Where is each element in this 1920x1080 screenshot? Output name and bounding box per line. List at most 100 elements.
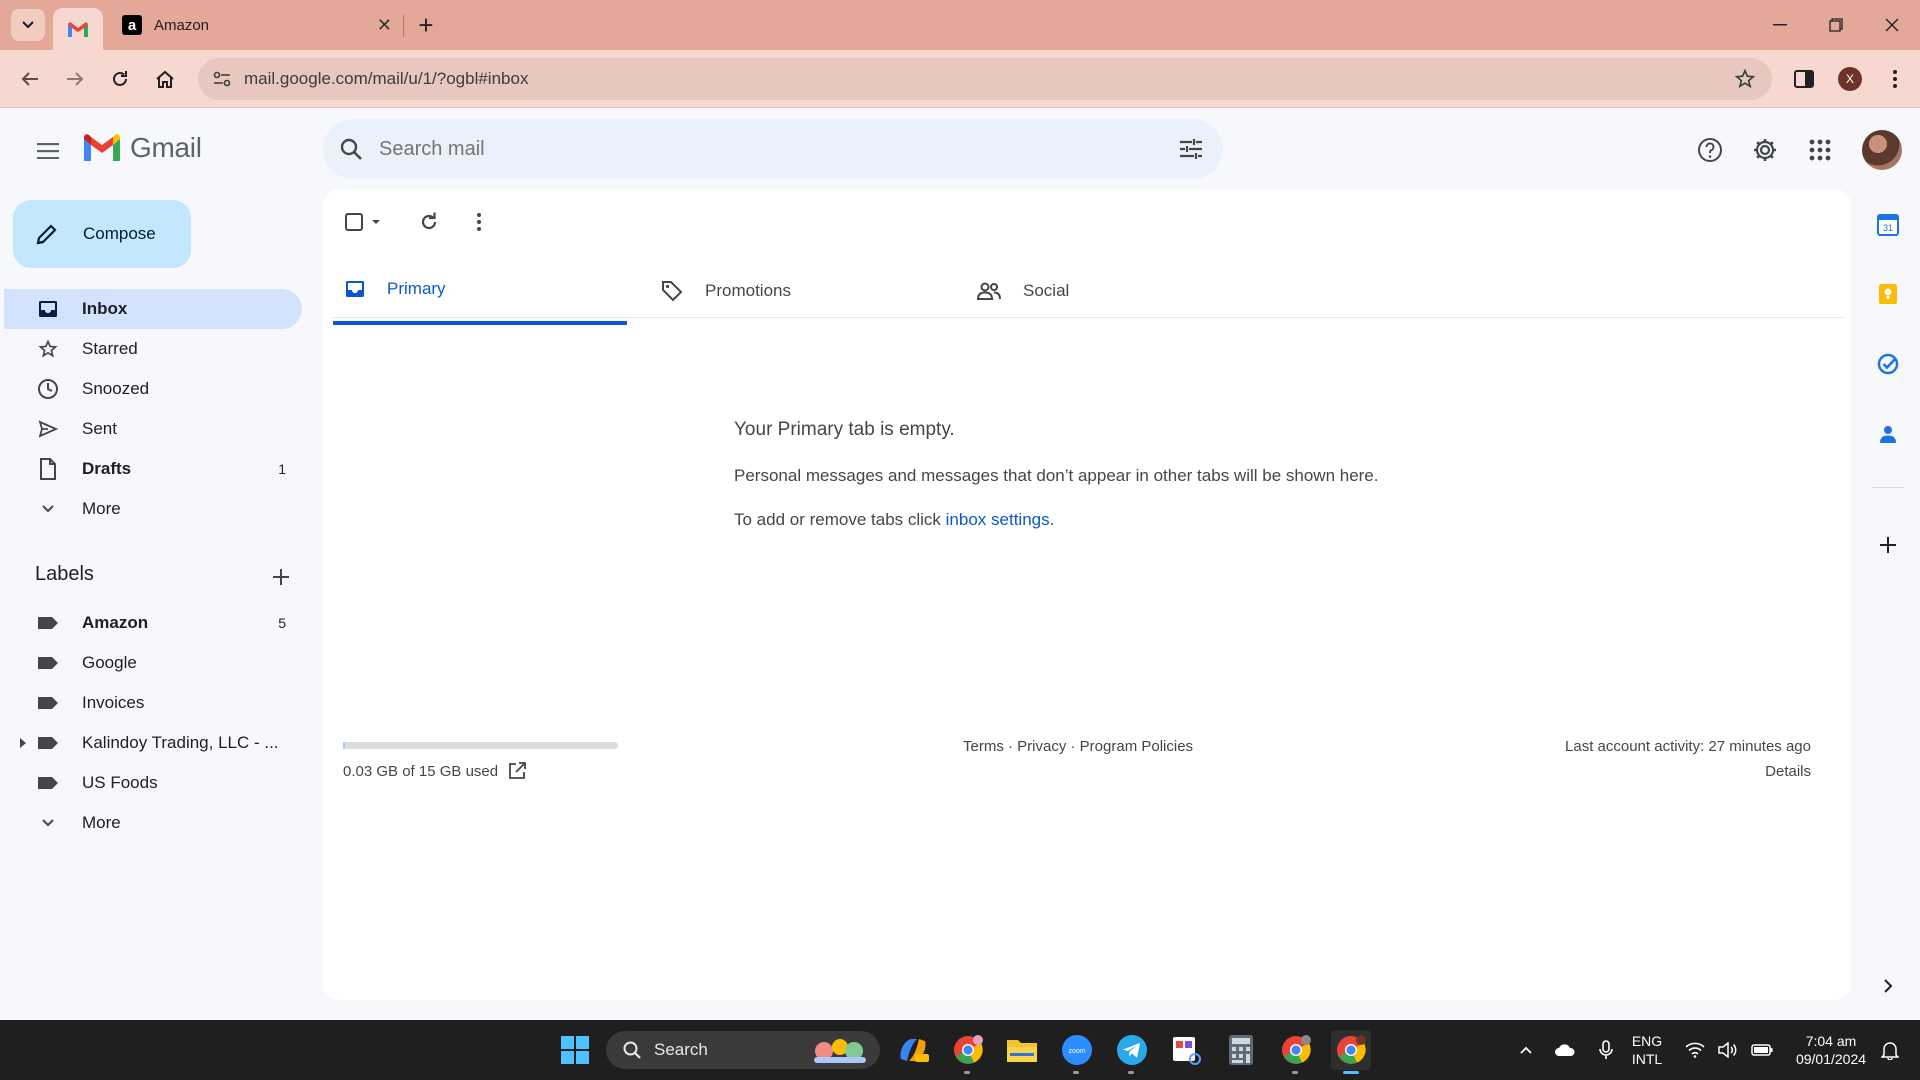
back-button[interactable]: [14, 63, 46, 95]
main-menu-button[interactable]: [30, 133, 66, 169]
bookmark-star-icon[interactable]: [1734, 68, 1756, 90]
minimize-button[interactable]: [1760, 10, 1800, 40]
taskbar-zoom[interactable]: zoom: [1057, 1030, 1097, 1070]
tab-gmail[interactable]: [53, 8, 103, 50]
labels-heading: Labels: [35, 563, 94, 585]
search-input[interactable]: [379, 137, 1139, 161]
nav-item-sent[interactable]: Sent: [4, 409, 302, 449]
nav-item-drafts[interactable]: Drafts 1: [4, 449, 302, 489]
create-label-button[interactable]: [266, 562, 296, 592]
search-options-icon[interactable]: [1179, 138, 1203, 160]
show-side-panel-button[interactable]: [1872, 970, 1904, 1002]
account-avatar[interactable]: [1862, 130, 1902, 170]
tab-amazon[interactable]: a Amazon ✕: [112, 8, 402, 42]
details-link[interactable]: Details: [1765, 763, 1811, 780]
search-icon[interactable]: [339, 137, 363, 161]
taskbar-snipping-tool[interactable]: [1166, 1030, 1206, 1070]
refresh-button[interactable]: [409, 202, 449, 242]
more-actions-button[interactable]: [459, 202, 499, 242]
open-external-icon[interactable]: [508, 762, 527, 780]
taskbar-telegram[interactable]: [1112, 1030, 1152, 1070]
inbox-icon: [345, 280, 365, 298]
tab-promotions[interactable]: Promotions: [649, 257, 943, 325]
taskbar-chrome-profile-1[interactable]: [948, 1030, 988, 1070]
notifications-button[interactable]: [1870, 1030, 1910, 1070]
browser-profile-avatar[interactable]: X: [1838, 67, 1862, 91]
compose-button[interactable]: Compose: [13, 200, 191, 268]
nav-item-more[interactable]: More: [4, 489, 302, 529]
tab-primary[interactable]: Primary: [333, 257, 627, 325]
label-item-invoices[interactable]: Invoices: [4, 683, 302, 723]
label-icon: [36, 691, 60, 715]
star-icon: [36, 337, 60, 361]
label-icon: [36, 651, 60, 675]
reload-button[interactable]: [104, 63, 136, 95]
support-button[interactable]: [1690, 130, 1730, 170]
contacts-app-button[interactable]: [1872, 418, 1904, 450]
select-all-checkbox[interactable]: [339, 202, 389, 242]
home-button[interactable]: [149, 63, 181, 95]
new-tab-button[interactable]: +: [411, 10, 441, 40]
browser-menu-button[interactable]: [1879, 63, 1911, 95]
calendar-icon: 31: [1877, 214, 1899, 236]
gmail-icon: [68, 21, 88, 37]
browser-tab-bar: a Amazon ✕ +: [0, 0, 1920, 50]
taskbar-calculator[interactable]: [1221, 1030, 1261, 1070]
onedrive-button[interactable]: [1545, 1030, 1585, 1070]
tasks-app-button[interactable]: [1872, 348, 1904, 380]
close-window-button[interactable]: [1872, 10, 1912, 40]
quick-settings-button[interactable]: [1679, 1030, 1779, 1070]
site-info-icon[interactable]: [212, 69, 232, 89]
label-item-us-foods[interactable]: US Foods: [4, 763, 302, 803]
taskbar-search[interactable]: Search: [606, 1031, 880, 1069]
nav-item-label: More: [82, 499, 121, 518]
start-button[interactable]: [555, 1030, 595, 1070]
reload-icon: [113, 71, 127, 86]
calendar-app-button[interactable]: 31: [1872, 209, 1904, 241]
side-panel-button[interactable]: [1788, 63, 1820, 95]
google-apps-button[interactable]: [1800, 130, 1840, 170]
forward-button[interactable]: [59, 63, 91, 95]
help-icon: [1698, 138, 1722, 162]
labels-more[interactable]: More: [4, 803, 302, 843]
amazon-icon: a: [122, 15, 142, 35]
footer-links[interactable]: Terms · Privacy · Program Policies: [963, 738, 1193, 755]
inbox-settings-link[interactable]: inbox settings: [946, 510, 1050, 529]
plus-icon: [1880, 537, 1896, 553]
cloud-icon: [1555, 1044, 1575, 1056]
tab-social[interactable]: Social: [965, 257, 1259, 325]
taskbar-copilot[interactable]: [893, 1030, 933, 1070]
settings-button[interactable]: [1745, 130, 1785, 170]
running-indicator: [964, 1071, 970, 1074]
clock[interactable]: 7:04 am 09/01/2024: [1786, 1032, 1876, 1068]
empty-state-message: Personal messages and messages that don’…: [734, 466, 1379, 485]
keep-app-button[interactable]: [1872, 278, 1904, 310]
compose-label: Compose: [83, 224, 156, 243]
nav-item-starred[interactable]: Starred: [4, 329, 302, 369]
running-indicator: [1128, 1071, 1134, 1074]
last-activity: Last account activity: 27 minutes ago: [1565, 738, 1811, 755]
nav-item-snoozed[interactable]: Snoozed: [4, 369, 302, 409]
input-language[interactable]: ENG INTL: [1622, 1032, 1672, 1068]
chrome-icon: [954, 1035, 983, 1064]
label-item-google[interactable]: Google: [4, 643, 302, 683]
label-item-kalindoy[interactable]: Kalindoy Trading, LLC - ...: [4, 723, 302, 763]
address-bar[interactable]: mail.google.com/mail/u/1/?ogbl#inbox: [198, 58, 1772, 100]
tab-title: Amazon: [154, 16, 210, 34]
restore-button[interactable]: [1816, 10, 1856, 40]
get-addons-button[interactable]: [1872, 529, 1904, 561]
microphone-button[interactable]: [1586, 1030, 1626, 1070]
tab-search-dropdown[interactable]: [11, 9, 45, 41]
gmail-logo[interactable]: Gmail: [82, 132, 202, 164]
show-hidden-icons-button[interactable]: [1506, 1030, 1546, 1070]
chevron-down-icon: [22, 21, 34, 29]
label-item-amazon[interactable]: Amazon 5: [4, 603, 302, 643]
taskbar-chrome-profile-2[interactable]: [1276, 1030, 1316, 1070]
search-bar[interactable]: [323, 119, 1223, 179]
taskbar-chrome-active[interactable]: [1331, 1030, 1371, 1070]
close-tab-icon[interactable]: ✕: [377, 15, 392, 36]
nav-item-inbox[interactable]: Inbox: [4, 289, 302, 329]
people-icon: [977, 282, 1001, 300]
taskbar-file-explorer[interactable]: [1002, 1030, 1042, 1070]
volume-icon: [1718, 1042, 1737, 1058]
